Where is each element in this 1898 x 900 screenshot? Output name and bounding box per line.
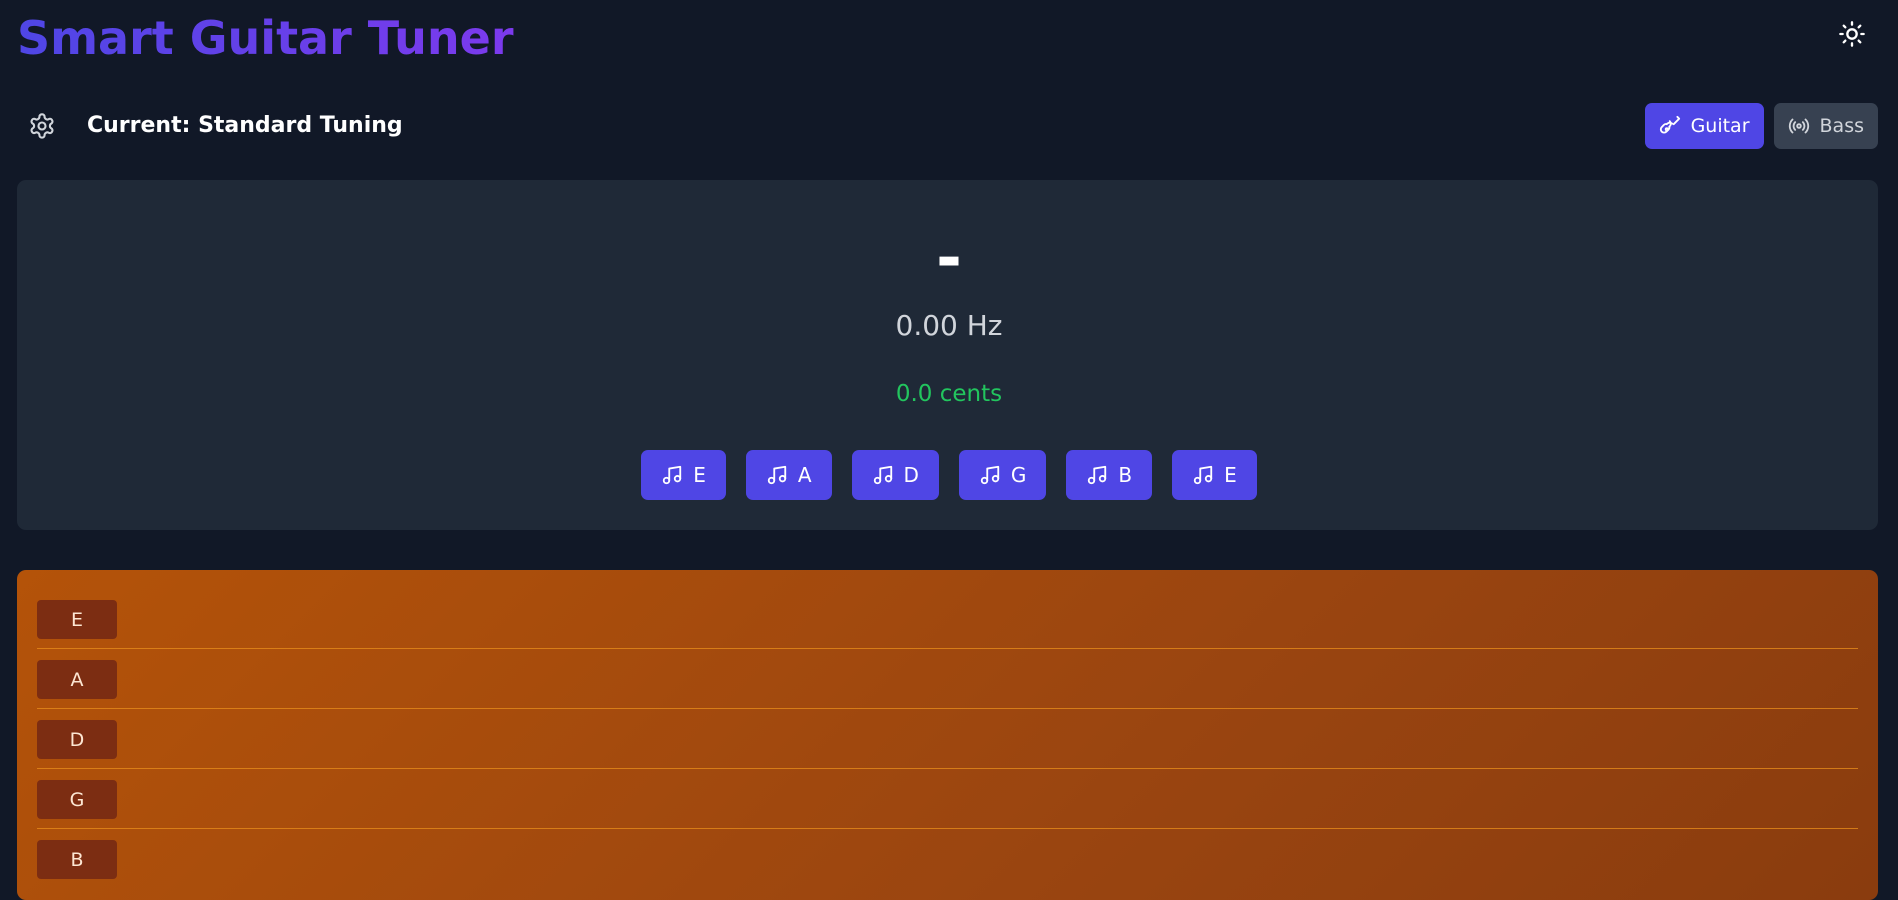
cents-readout: 0.0 cents [895,381,1003,407]
play-string-d-button[interactable]: D [851,450,939,500]
fretboard-string-row: B [37,810,1858,879]
guitar-button-label: Guitar [1690,115,1750,137]
detected-note: - [936,221,962,294]
gear-icon [30,113,54,139]
fretboard-string-row: A [37,630,1858,709]
instrument-switch: Guitar Bass [1644,103,1878,149]
settings-button[interactable] [26,110,58,142]
music-notes-icon [767,465,786,485]
play-string-e-low-button[interactable]: E [641,450,726,500]
guitar-icon [1659,115,1680,134]
guitar-button[interactable]: Guitar [1644,103,1764,149]
fretboard-string-row: G [37,750,1858,829]
music-notes-icon [980,465,1000,485]
music-notes-icon [1088,465,1107,485]
frequency-readout: 0.00 Hz [895,309,1003,342]
sun-icon [1839,21,1865,47]
fretboard-string-row: D [37,690,1858,769]
bass-button[interactable]: Bass [1773,103,1878,149]
play-string-b-button[interactable]: B [1066,450,1153,500]
play-string-a-button[interactable]: A [745,450,832,500]
play-string-g-button[interactable]: G [958,450,1047,500]
string-button-label: G [1010,463,1027,487]
current-tuning-label: Current: Standard Tuning [87,113,403,138]
string-button-label: E [1224,463,1237,487]
fretboard-string-label[interactable]: B [37,840,117,879]
app-title: Smart Guitar Tuner [17,6,514,70]
string-button-label: D [903,463,919,487]
reference-string-buttons: E A D G B E [0,450,1898,500]
theme-toggle-button[interactable] [1836,18,1868,50]
string-button-label: B [1118,463,1133,487]
bass-button-label: Bass [1819,115,1864,137]
radio-waves-icon [1788,118,1809,134]
string-button-label: A [797,463,812,487]
fretboard-string-row: E [37,570,1858,649]
fretboard: E A D G B [17,570,1878,900]
music-notes-icon [663,465,682,485]
play-string-e-high-button[interactable]: E [1172,450,1257,500]
music-notes-icon [1193,465,1213,485]
string-button-label: E [693,463,706,487]
music-notes-icon [873,465,892,485]
